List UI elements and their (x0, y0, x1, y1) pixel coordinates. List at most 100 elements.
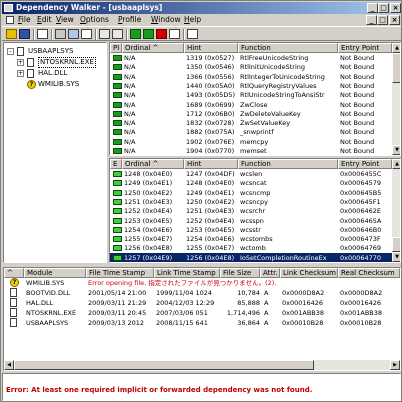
exports-list[interactable]: E Ordinal ^ Hint Function Entry Point 12… (109, 158, 401, 263)
function-icon (113, 73, 122, 80)
menu-file-icon (6, 14, 14, 26)
tree-node[interactable]: + HAL.DLL (4, 68, 104, 79)
function-icon (113, 236, 122, 243)
save-icon[interactable] (19, 29, 30, 39)
scroll-down-icon[interactable]: ▼ (392, 252, 400, 262)
cell-lts: 1999/11/04 1024 (156, 289, 213, 297)
tree-node-label: WMILIB.SYS (38, 80, 80, 88)
menu-view[interactable]: View (56, 14, 74, 26)
module-row[interactable]: USBAAPLSYS 2009/03/13 2012 2008/11/15 641 3… (4, 318, 400, 328)
col-attr[interactable]: Attr. (260, 268, 280, 278)
mdi-close-button[interactable]: × (389, 15, 400, 25)
window-title: Dependency Walker - [usbaaplsys] (16, 3, 163, 12)
close-button[interactable]: × (390, 3, 401, 13)
expand-icon[interactable] (99, 29, 110, 39)
cell-fts: 2009/03/11 20:45 (88, 309, 147, 317)
col-ordinal[interactable]: Ordinal ^ (122, 43, 184, 53)
open-folder-icon[interactable] (6, 29, 17, 39)
col-hint[interactable]: Hint (184, 43, 238, 53)
properties-icon[interactable] (156, 29, 167, 39)
col-real-checksum[interactable]: Real Checksum (338, 268, 400, 278)
tree-node[interactable]: + NTOSKRNL.EXE (4, 57, 104, 68)
expand-icon[interactable]: + (17, 59, 24, 66)
list-row[interactable]: N/A 1904 (0x0770) memset Not Bound (110, 146, 392, 155)
scroll-down-icon[interactable]: ▼ (392, 145, 400, 155)
col-function[interactable]: Function (238, 43, 338, 53)
cell-attr: A (264, 309, 269, 317)
scroll-thumb[interactable] (392, 237, 400, 252)
title-bar: Dependency Walker - [usbaaplsys] _ □ × (2, 2, 401, 14)
show-all-icon[interactable] (81, 29, 92, 39)
mdi-minimize-button[interactable]: _ (366, 15, 377, 25)
maximize-button[interactable]: □ (378, 3, 389, 13)
module-row[interactable]: NTOSKRNL.EXE 2009/03/11 20:45 2007/03/06 0… (4, 308, 400, 318)
collapse-icon[interactable]: - (7, 48, 14, 55)
menu-file[interactable]: File (18, 14, 31, 26)
function-icon (113, 138, 122, 145)
cell-rcs: 0x0000D8A2 (340, 289, 383, 297)
log-error-message: Error: At least one required implicit or… (6, 386, 313, 394)
function-icon (113, 254, 122, 261)
imports-vscroll[interactable]: ▲ ▼ (392, 43, 400, 155)
col-function[interactable]: Function (238, 159, 338, 169)
col-link-checksum[interactable]: Link Checksum (280, 268, 338, 278)
function-icon (113, 217, 122, 224)
missing-module-icon: ? (27, 80, 36, 89)
col-link-time-stamp[interactable]: Link Time Stamp (154, 268, 220, 278)
scroll-left-icon[interactable]: ◀ (4, 360, 14, 370)
col-file-time-stamp[interactable]: File Time Stamp (86, 268, 154, 278)
copy-icon[interactable] (37, 29, 48, 39)
scroll-up-icon[interactable]: ▲ (392, 43, 400, 53)
module-list[interactable]: ^ Module File Time Stamp Link Time Stamp… (3, 267, 401, 371)
collapse-icon[interactable] (112, 29, 123, 39)
scroll-right-icon[interactable]: ▶ (390, 360, 400, 370)
expand-icon[interactable]: + (17, 70, 24, 77)
scroll-thumb[interactable] (392, 53, 400, 83)
mdi-restore-button[interactable]: □ (377, 15, 388, 25)
module-file-icon (10, 318, 17, 327)
scroll-thumb[interactable] (14, 360, 314, 370)
help-icon[interactable] (187, 29, 198, 39)
col-module[interactable]: Module (24, 268, 86, 278)
col-entry-point[interactable]: Entry Point (338, 43, 392, 53)
cell-rcs: 0x001ABB38 (340, 309, 383, 317)
cell-error: Error opening file. 指定されたファイルが見つかりません。(2… (88, 279, 277, 287)
col-entry-point[interactable]: Entry Point (338, 159, 392, 169)
module-row[interactable]: ? WMILIB.SYS Error opening file. 指定されたファイル… (4, 278, 400, 288)
dependency-tree[interactable]: - USBAAPLSYS + NTOSKRNL.EXE + HAL.DLL? WMILIB.… (3, 42, 107, 263)
full-paths-icon[interactable] (55, 29, 66, 39)
tree-node[interactable]: ? WMILIB.SYS (4, 79, 104, 90)
menu-window[interactable]: Window (151, 14, 181, 26)
col-pi[interactable]: PI (110, 43, 122, 53)
list-row[interactable]: 1257 (0x04E9) 1256 (0x04E8) IoSetCompletio… (110, 252, 392, 262)
window-icon[interactable] (169, 29, 180, 39)
module-row[interactable]: BOOTVID.DLL 2001/05/14 21:00 1999/11/04 10… (4, 288, 400, 298)
col-e[interactable]: E (110, 159, 122, 169)
col-file-size[interactable]: File Size (220, 268, 260, 278)
col-sort[interactable]: ^ (4, 268, 24, 278)
scroll-up-icon[interactable]: ▲ (392, 159, 400, 169)
modules-hscroll[interactable]: ◀ ▶ (4, 360, 400, 370)
menu-options[interactable]: Options (80, 14, 109, 26)
col-ordinal[interactable]: Ordinal ^ (122, 159, 184, 169)
tree-node-label: NTOSKRNL.EXE (38, 57, 96, 68)
module-file-icon (27, 69, 34, 78)
module-row[interactable]: HAL.DLL 2009/03/11 21:29 2004/12/03 12:29 8… (4, 298, 400, 308)
exports-vscroll[interactable]: ▲ ▼ (392, 159, 400, 262)
imports-list[interactable]: PI Ordinal ^ Hint Function Entry Point N… (109, 42, 401, 156)
col-hint[interactable]: Hint (184, 159, 238, 169)
function-icon (113, 189, 122, 196)
menu-edit[interactable]: Edit (37, 14, 52, 26)
find-icon[interactable] (130, 29, 141, 39)
log-panel: Error: At least one required implicit or… (2, 373, 401, 401)
highlight-icon[interactable] (143, 29, 154, 39)
tree-node[interactable]: - USBAAPLSYS (4, 46, 104, 57)
undecorate-icon[interactable] (68, 29, 79, 39)
menu-profile[interactable]: Profile (118, 14, 141, 26)
menu-help[interactable]: Help (184, 14, 201, 26)
minimize-button[interactable]: _ (367, 3, 378, 13)
cell-lts: 2008/11/15 641 (156, 319, 208, 327)
main-window: Dependency Walker - [usbaaplsys] _ □ × F… (0, 0, 402, 402)
cell-attr: A (264, 319, 269, 327)
tree-node-label: USBAAPLSYS (28, 47, 74, 55)
